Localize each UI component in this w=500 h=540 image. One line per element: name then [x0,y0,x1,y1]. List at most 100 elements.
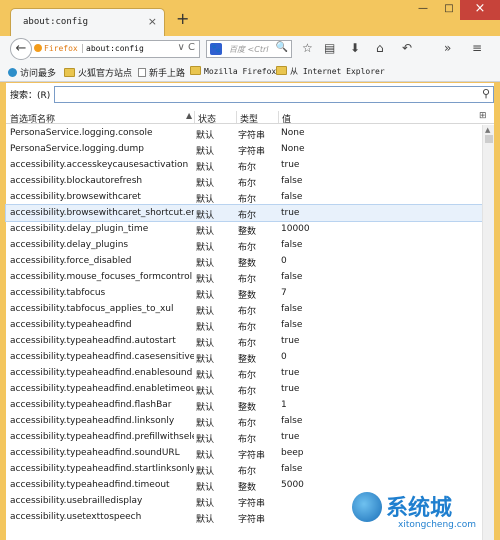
column-separator[interactable] [278,111,279,123]
folder-icon [190,66,201,75]
pref-type-cell: 布尔 [238,307,257,317]
pref-status-cell: 默认 [196,515,215,525]
search-placeholder: 百度 <Ctrl [229,45,269,54]
column-header-status[interactable]: 状态 [198,112,216,125]
search-go-icon[interactable]: 🔍 [276,42,288,53]
pref-value-cell: false [281,240,303,250]
pref-name-cell: accessibility.typeaheadfind.flashBar [10,400,172,410]
table-row[interactable]: accessibility.typeaheadfind.enablesound 默… [6,365,482,381]
url-dropdown-reload-icons[interactable]: ∨ C [178,42,195,53]
table-row[interactable]: accessibility.typeaheadfind.enabletimeou… [6,381,482,397]
bookmark-most-visited[interactable]: 访问最多 [8,66,56,79]
bookmark-from-ie[interactable]: 从 Internet Explorer [276,66,385,77]
search-bar[interactable]: 🐾 百度 <Ctrl 🔍 [206,40,292,58]
watermark-logo-icon [352,492,382,522]
title-bar: about:config × + — □ × [0,0,500,36]
table-row[interactable]: accessibility.blockautorefresh 默认 布尔 false [6,173,482,189]
watermark: 系统城 xitongcheng.com [352,490,496,536]
pref-name-cell: accessibility.typeaheadfind.startlinkson… [10,464,194,474]
pref-name-cell: accessibility.tabfocus [10,288,106,298]
pref-status-cell: 默认 [196,499,215,509]
downloads-icon[interactable]: ⬇ [350,41,360,55]
watermark-url: xitongcheng.com [398,520,476,530]
baidu-engine-icon[interactable]: 🐾 [210,43,222,55]
table-row[interactable]: accessibility.typeaheadfind.startlinkson… [6,461,482,477]
bookmark-getting-started[interactable]: 新手上路 [138,66,185,79]
tab-title: about:config [23,17,89,27]
pref-name-cell: accessibility.browsewithcaret_shortcut.e… [10,208,194,218]
menu-icon[interactable]: ≡ [472,41,482,55]
bookmark-mozilla-firefox[interactable]: Mozilla Firefox [190,66,276,76]
pref-status-cell: 默认 [196,355,215,365]
home-icon[interactable]: ⌂ [376,41,384,55]
pref-type-cell: 整数 [238,291,257,301]
table-row[interactable]: accessibility.typeaheadfind.casesensitiv… [6,349,482,365]
table-row[interactable]: accessibility.accesskeycausesactivation 默… [6,157,482,173]
back-arrow-icon: ← [15,41,27,56]
table-row[interactable]: accessibility.typeaheadfind.prefillwiths… [6,429,482,445]
pref-value-cell: false [281,416,303,426]
column-picker-icon[interactable]: ⊞ [479,111,487,121]
preference-search-input[interactable]: ⚲ [54,86,494,103]
close-window-button[interactable]: × [460,0,500,20]
table-row[interactable]: PersonaService.logging.dump 默认 字符串 None [6,141,482,157]
table-row[interactable]: accessibility.browsewithcaret 默认 布尔 false [6,189,482,205]
pref-name-cell: accessibility.typeaheadfind.enablesound [10,368,193,378]
table-row[interactable]: accessibility.delay_plugins 默认 布尔 false [6,237,482,253]
pref-name-cell: accessibility.typeaheadfind [10,320,132,330]
pref-name-cell: accessibility.browsewithcaret [10,192,141,202]
vertical-scrollbar[interactable]: ▲ [482,125,494,540]
bookmarks-menu-icon[interactable]: ▤ [324,41,335,55]
bookmark-star-icon[interactable]: ☆ [302,41,313,55]
table-row[interactable]: accessibility.force_disabled 默认 整数 0 [6,253,482,269]
pref-name-cell: accessibility.usebrailledisplay [10,496,143,506]
maximize-button[interactable]: □ [436,0,462,20]
pref-name-cell: accessibility.delay_plugin_time [10,224,149,234]
column-header-value[interactable]: 值 [282,112,291,125]
table-row[interactable]: accessibility.typeaheadfind.autostart 默认 布… [6,333,482,349]
url-input[interactable]: about:config [82,44,144,53]
column-separator[interactable] [194,111,195,123]
minimize-button[interactable]: — [410,0,436,20]
pref-name-cell: PersonaService.logging.dump [10,144,144,154]
tab-close-icon[interactable]: × [148,15,157,28]
column-header-type[interactable]: 类型 [240,112,258,125]
pref-type-cell: 布尔 [238,467,257,477]
pref-type-cell: 布尔 [238,275,257,285]
table-row[interactable]: accessibility.typeaheadfind.flashBar 默认 整数… [6,397,482,413]
table-row[interactable]: accessibility.delay_plugin_time 默认 整数 10000 [6,221,482,237]
new-tab-button[interactable]: + [176,11,189,27]
table-row[interactable]: PersonaService.logging.console 默认 字符串 None [6,125,482,141]
pref-type-cell: 整数 [238,227,257,237]
pref-status-cell: 默认 [196,371,215,381]
url-bar[interactable]: Firefox about:config ∨ C [30,40,200,58]
table-row[interactable]: accessibility.tabfocus 默认 整数 7 [6,285,482,301]
pref-type-cell: 布尔 [238,387,257,397]
table-row[interactable]: accessibility.typeaheadfind.soundURL 默认 字符… [6,445,482,461]
back-button[interactable]: ← [10,38,32,60]
overflow-chevron-icon[interactable]: » [444,41,451,55]
table-row[interactable]: accessibility.typeaheadfind 默认 布尔 false [6,317,482,333]
undo-icon[interactable]: ↶ [402,41,412,55]
column-header-name[interactable]: 首选项名称 [10,112,55,125]
table-row[interactable]: accessibility.browsewithcaret_shortcut.e… [5,204,483,222]
pref-status-cell: 默认 [196,131,215,141]
pref-type-cell: 布尔 [238,179,257,189]
column-separator[interactable] [236,111,237,123]
bookmark-label: 新手上路 [149,69,186,79]
search-label: 搜索：(R) [10,91,51,101]
scrollbar-thumb[interactable] [485,135,493,143]
table-row[interactable]: accessibility.mouse_focuses_formcontrol 默… [6,269,482,285]
pref-status-cell: 默认 [196,483,215,493]
table-row[interactable]: accessibility.typeaheadfind.linksonly 默认 布… [6,413,482,429]
bookmark-official-site[interactable]: 火狐官方站点 [64,66,132,79]
pref-value-cell: None [281,128,305,138]
tab-about-config[interactable]: about:config × [10,8,165,36]
table-header: 首选项名称 ▲ 状态 类型 值 ⊞ [6,110,494,125]
pref-type-cell: 整数 [238,403,257,413]
site-identity[interactable]: Firefox [34,44,78,53]
scroll-up-icon[interactable]: ▲ [485,126,490,134]
pref-name-cell: accessibility.tabfocus_applies_to_xul [10,304,174,314]
table-row[interactable]: accessibility.tabfocus_applies_to_xul 默认 布… [6,301,482,317]
pref-type-cell: 布尔 [238,195,257,205]
